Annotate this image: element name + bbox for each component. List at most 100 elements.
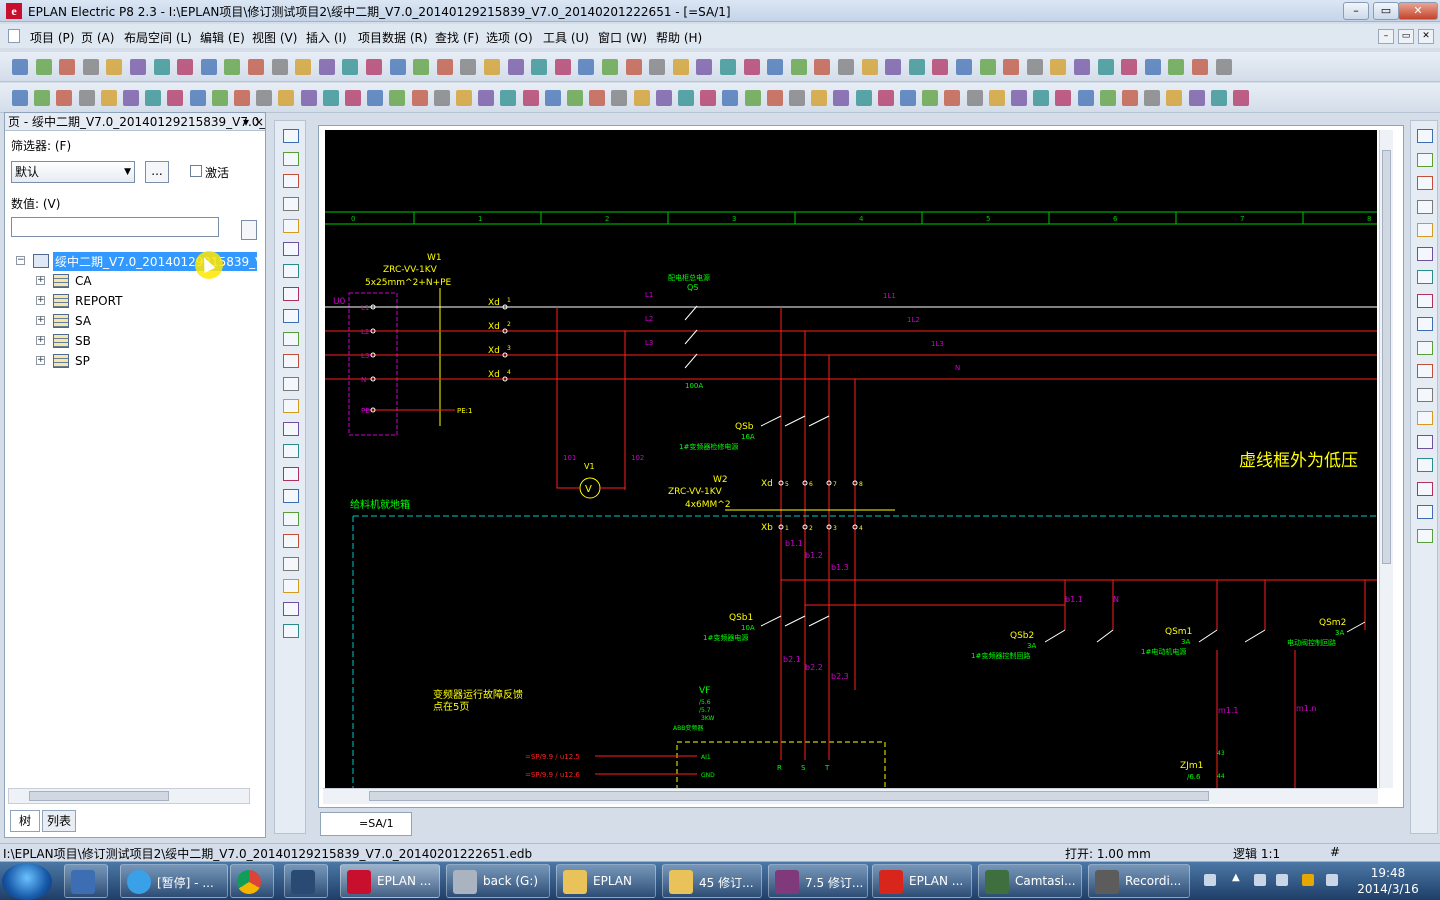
panel-horizontal-scrollbar[interactable] [8,788,250,804]
toolbar-button-icon[interactable] [861,59,878,75]
task-chrome[interactable] [230,864,274,898]
tool-icon[interactable] [283,444,299,458]
tool-icon[interactable] [1417,317,1433,331]
toolbar-button-icon[interactable] [944,90,961,106]
maximize-button[interactable]: ▭ [1373,2,1399,20]
tool-icon[interactable] [1417,364,1433,378]
toolbar-button-icon[interactable] [1144,59,1161,75]
toolbar-button-icon[interactable] [956,59,972,75]
toolbar-button-icon[interactable] [1074,59,1090,75]
menu-window[interactable]: 窗口 (W) [598,29,647,46]
tool-icon[interactable] [283,511,299,526]
tree-root-label[interactable]: 绥中二期_V7.0_20140129215839_V7 [53,252,257,271]
eplan-app-icon[interactable]: e [6,3,22,19]
expand-icon[interactable]: + [36,276,45,285]
tool-icon[interactable] [1417,223,1433,237]
expand-icon[interactable]: + [36,356,45,365]
toolbar-button-icon[interactable] [56,90,73,106]
toolbar-button-icon[interactable] [979,59,996,75]
menu-find[interactable]: 查找 (F) [435,29,479,46]
toolbar-button-icon[interactable] [766,90,783,106]
value-button[interactable] [241,220,257,240]
filter-more-button[interactable]: ... [145,161,169,183]
toolbar-button-icon[interactable] [1188,90,1205,106]
close-button[interactable]: ✕ [1398,2,1438,20]
task-ie[interactable]: [暂停] - ... [120,864,228,898]
filter-select[interactable]: 默认 ▼ [11,161,135,183]
tool-icon[interactable] [1417,340,1433,355]
tool-icon[interactable] [283,354,299,368]
toolbar-button-icon[interactable] [82,59,99,75]
toolbar-button-icon[interactable] [743,59,760,75]
toolbar-button-icon[interactable] [678,90,694,106]
toolbar-button-icon[interactable] [224,59,241,75]
menu-edit[interactable]: 编辑 (E) [200,29,245,46]
toolbar-button-icon[interactable] [1097,59,1114,75]
toolbar-button-icon[interactable] [59,59,76,75]
volume-icon[interactable] [1254,874,1266,886]
toolbar-button-icon[interactable] [700,90,717,106]
task-onenote[interactable]: 7.5 修订... [768,864,868,898]
tool-icon[interactable] [283,219,299,233]
toolbar-button-icon[interactable] [278,90,295,106]
toolbar-button-icon[interactable] [413,59,430,75]
toolbar-button-icon[interactable] [672,59,689,75]
toolbar-button-icon[interactable] [988,90,1005,106]
toolbar-button-icon[interactable] [177,59,194,75]
tool-icon[interactable] [283,151,299,166]
toolbar-button-icon[interactable] [885,59,902,75]
toolbar-button-icon[interactable] [1215,59,1232,75]
clock[interactable]: 19:48 2014/3/16 [1350,865,1426,897]
panel-dropdown-icon[interactable]: ▾ [243,113,249,130]
toolbar-button-icon[interactable] [578,59,595,75]
toolbar-button-icon[interactable] [814,59,831,75]
tool-icon[interactable] [1417,481,1433,496]
toolbar-button-icon[interactable] [966,90,983,106]
toolbar-button-icon[interactable] [789,90,805,106]
doc-minimize-button[interactable]: – [1378,29,1394,44]
tool-icon[interactable] [1417,505,1433,519]
tool-icon[interactable] [283,556,299,571]
tool-icon[interactable] [283,196,299,211]
task-app[interactable] [284,864,328,898]
menu-help[interactable]: 帮助 (H) [656,29,702,46]
toolbar-button-icon[interactable] [1192,59,1208,75]
tool-icon[interactable] [283,534,299,548]
tool-icon[interactable] [1417,411,1433,425]
tool-icon[interactable] [1417,270,1433,284]
tool-icon[interactable] [283,399,299,413]
toolbar-button-icon[interactable] [1011,90,1027,106]
toolbar-button-icon[interactable] [300,90,317,106]
tool-icon[interactable] [283,286,299,301]
tool-icon[interactable] [283,309,299,323]
toolbar-button-icon[interactable] [389,59,406,75]
toolbar-button-icon[interactable] [271,59,288,75]
menu-project-data[interactable]: 项目数据 (R) [358,29,428,46]
toolbar-button-icon[interactable] [1168,59,1185,75]
tool-icon[interactable] [1417,152,1433,167]
value-input[interactable] [11,217,219,237]
toolbar-button-icon[interactable] [342,59,359,75]
toolbar-button-icon[interactable] [500,90,517,106]
toolbar-button-icon[interactable] [855,90,872,106]
tool-icon[interactable] [283,421,299,436]
qq-icon[interactable] [1302,874,1314,886]
toolbar-button-icon[interactable] [522,90,539,106]
toolbar-button-icon[interactable] [145,90,162,106]
toolbar-button-icon[interactable] [1033,90,1050,106]
menu-layout-space[interactable]: 布局空间 (L) [124,29,192,46]
toolbar-button-icon[interactable] [507,59,524,75]
canvas-horizontal-scrollbar[interactable] [323,788,1378,804]
toolbar-button-icon[interactable] [696,59,713,75]
tool-icon[interactable] [283,129,299,143]
toolbar-button-icon[interactable] [544,90,561,106]
toolbar-button-icon[interactable] [744,90,761,106]
menu-insert[interactable]: 插入 (I) [306,29,347,46]
toolbar-button-icon[interactable] [295,59,312,75]
toolbar-button-icon[interactable] [767,59,784,75]
toolbar-button-icon[interactable] [1050,59,1067,75]
toolbar-button-icon[interactable] [153,59,170,75]
toolbar-button-icon[interactable] [922,90,939,106]
toolbar-button-icon[interactable] [1122,90,1138,106]
toolbar-button-icon[interactable] [1210,90,1227,106]
